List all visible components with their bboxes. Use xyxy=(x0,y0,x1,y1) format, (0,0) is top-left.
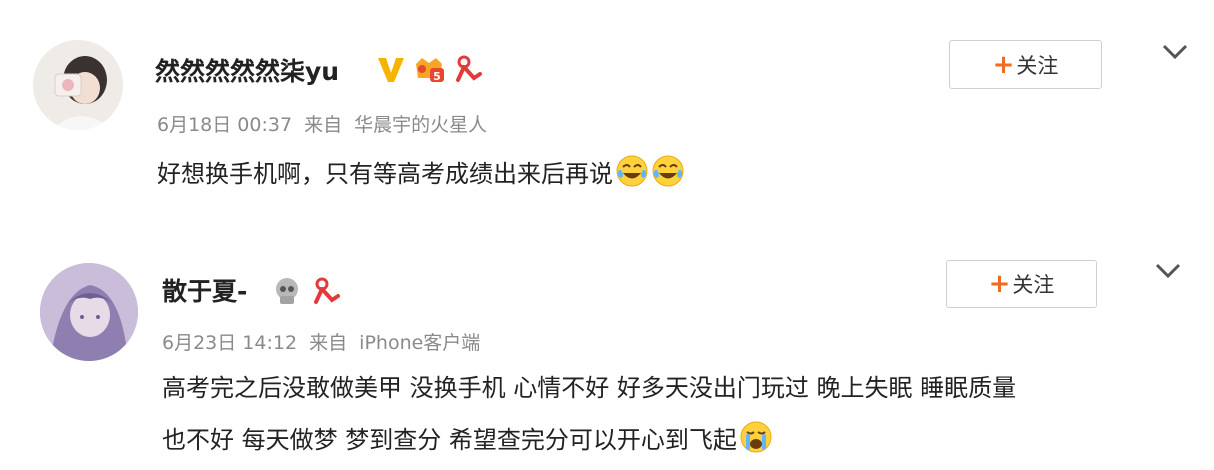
crying-emoji xyxy=(739,420,773,454)
laugh-cry-emoji xyxy=(615,154,649,188)
plus-icon: + xyxy=(992,49,1015,80)
comment-source[interactable]: 华晨宇的火星人 xyxy=(354,114,487,136)
comment-line-text: 也不好 每天做梦 梦到查分 希望查完分可以开心到飞起 xyxy=(162,426,737,454)
avatar[interactable] xyxy=(33,40,123,130)
comment-date: 6月23日 14:12 xyxy=(162,332,298,354)
fan-ribbon-icon[interactable] xyxy=(308,274,342,308)
username[interactable]: 然然然然然柒yu xyxy=(155,52,339,88)
svg-text:5: 5 xyxy=(433,70,441,83)
comment-meta: 6月18日 00:37 来自 华晨宇的火星人 xyxy=(157,110,493,137)
user-badges xyxy=(270,274,342,308)
comment-date: 6月18日 00:37 xyxy=(157,114,293,136)
follow-button[interactable]: + 关注 xyxy=(946,260,1097,308)
fan-ribbon-icon[interactable] xyxy=(450,52,484,86)
chevron-down-icon[interactable] xyxy=(1161,43,1189,61)
comment-text: 好想换手机啊，只有等高考成绩出来后再说 xyxy=(157,148,1157,200)
comment-meta: 6月23日 14:12 来自 iPhone客户端 xyxy=(162,328,486,355)
comment-item: 然然然然然柒yu 5 6月18日 00:37 来自 华晨宇的火星人 好想换手机啊… xyxy=(0,0,1214,232)
follow-button[interactable]: + 关注 xyxy=(949,40,1102,89)
comment-line: 好想换手机啊，只有等高考成绩出来后再说 xyxy=(157,148,1157,200)
follow-label: 关注 xyxy=(1012,273,1055,297)
laugh-cry-emoji xyxy=(651,154,685,188)
comment-source[interactable]: iPhone客户端 xyxy=(359,332,480,354)
comment-line-text: 好想换手机啊，只有等高考成绩出来后再说 xyxy=(157,160,613,188)
source-prefix: 来自 xyxy=(304,114,343,136)
comment-line: 高考完之后没敢做美甲 没换手机 心情不好 好多天没出门玩过 晚上失眠 睡眠质量 xyxy=(162,374,1017,402)
comment-text: 高考完之后没敢做美甲 没换手机 心情不好 好多天没出门玩过 晚上失眠 睡眠质量 … xyxy=(162,362,1192,466)
verified-v-icon[interactable] xyxy=(374,52,408,86)
chevron-down-icon[interactable] xyxy=(1154,262,1182,280)
source-prefix: 来自 xyxy=(309,332,348,354)
follow-label: 关注 xyxy=(1016,53,1059,78)
vip-level-5-icon[interactable]: 5 xyxy=(412,52,446,86)
comment-item: 散于夏- 6月23日 14:12 来自 iPhone客户端 高考完之后没敢做美甲… xyxy=(0,232,1214,470)
comment-line: 也不好 每天做梦 梦到查分 希望查完分可以开心到飞起 xyxy=(162,414,1192,466)
user-badges: 5 xyxy=(374,52,484,86)
avatar[interactable] xyxy=(40,263,138,361)
skull-badge-icon[interactable] xyxy=(270,274,304,308)
plus-icon: + xyxy=(988,269,1011,299)
username[interactable]: 散于夏- xyxy=(162,272,247,308)
